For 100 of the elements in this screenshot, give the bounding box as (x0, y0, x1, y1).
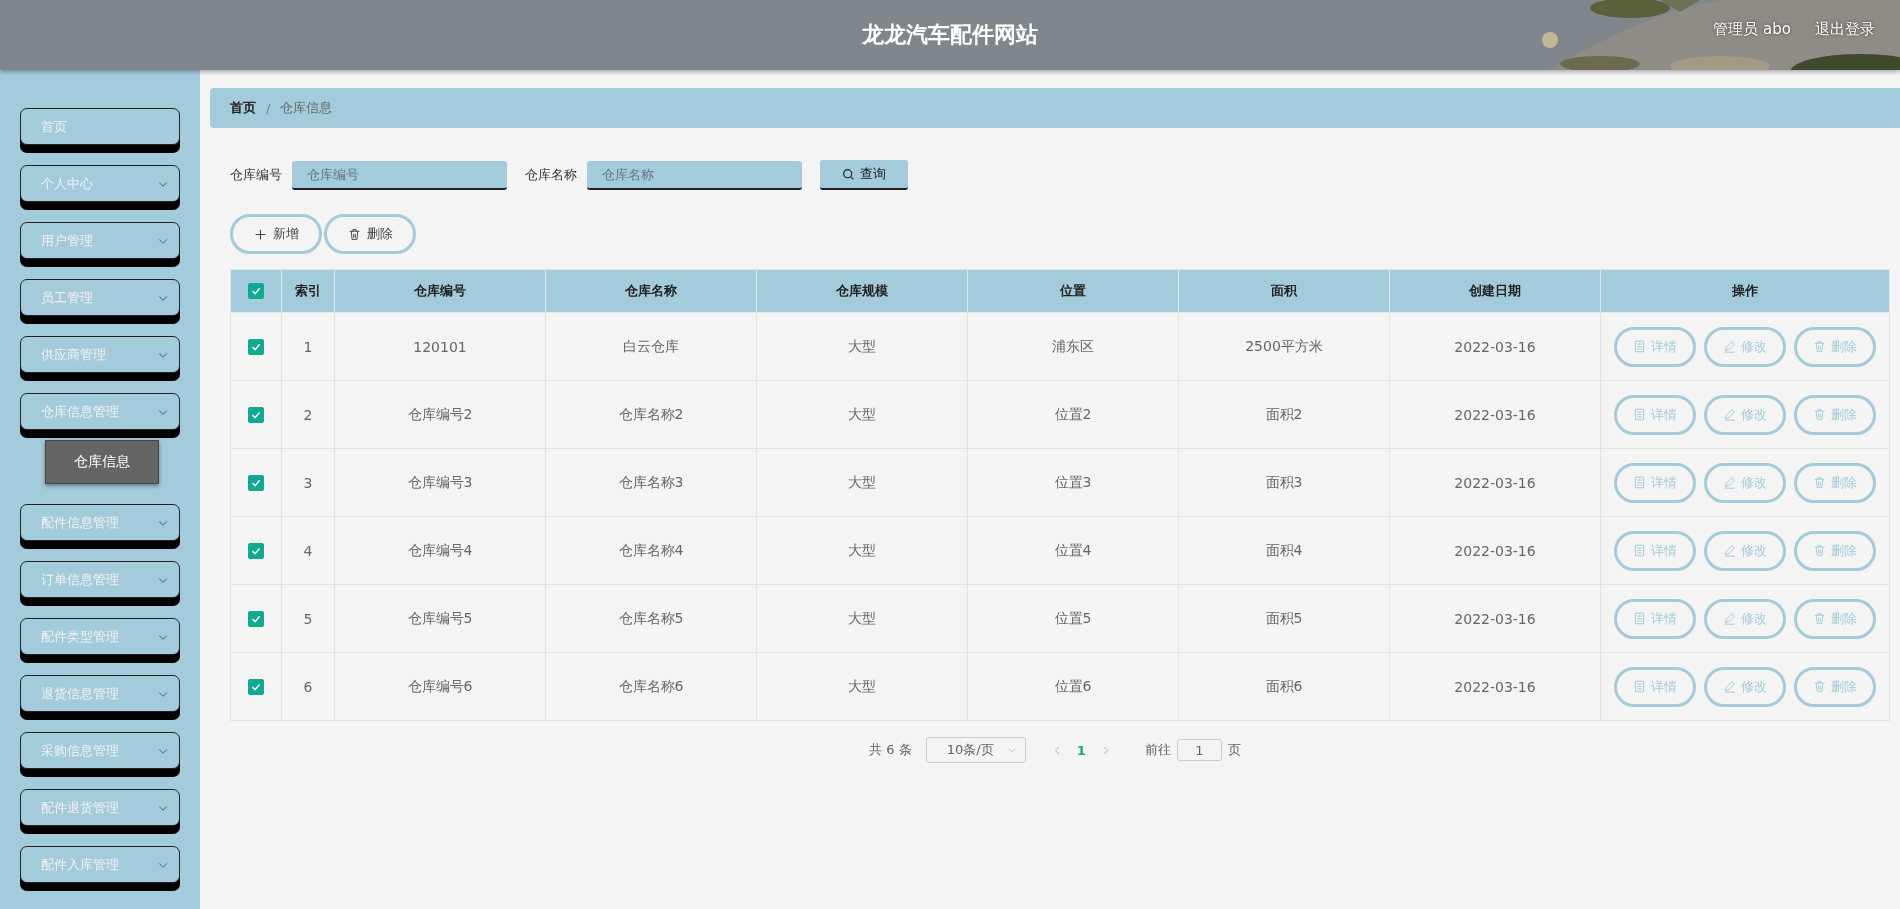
trash-icon (1813, 340, 1826, 353)
delete-button[interactable]: 删除 (1794, 666, 1876, 707)
logout-link[interactable]: 退出登录 (1815, 20, 1875, 39)
submenu-item[interactable]: 仓库信息 (45, 440, 159, 484)
delete-button[interactable]: 删除 (1794, 394, 1876, 435)
table-cell: 位置3 (967, 448, 1179, 517)
table-cell: 浦东区 (967, 312, 1179, 381)
table-cell: 白云仓库 (545, 312, 757, 381)
pencil-icon (1723, 340, 1736, 353)
table-cell: 1 (281, 312, 335, 381)
document-icon (1633, 680, 1646, 693)
column-header: 位置 (967, 269, 1179, 313)
table-cell: 仓库编号2 (334, 380, 546, 449)
column-header: 面积 (1178, 269, 1390, 313)
edit-button[interactable]: 修改 (1704, 598, 1786, 639)
column-header: 仓库编号 (334, 269, 546, 313)
pencil-icon (1723, 408, 1736, 421)
table-cell: 仓库名称6 (545, 652, 757, 721)
checkbox[interactable] (248, 283, 264, 299)
table-cell: 仓库编号6 (334, 652, 546, 721)
page-input[interactable]: 1 (1176, 739, 1222, 761)
column-header: 操作 (1600, 269, 1890, 313)
page-suffix: 页 (1227, 741, 1241, 759)
table-cell: 位置2 (967, 380, 1179, 449)
table-cell: 大型 (756, 448, 968, 517)
table-cell: 大型 (756, 584, 968, 653)
table-cell: 面积5 (1178, 584, 1390, 653)
table-cell: 2 (281, 380, 335, 449)
table-cell: 5 (281, 584, 335, 653)
detail-button[interactable]: 详情 (1614, 666, 1696, 707)
document-icon (1633, 612, 1646, 625)
document-icon (1633, 340, 1646, 353)
delete-button[interactable]: 删除 (1794, 462, 1876, 503)
document-icon (1633, 408, 1646, 421)
field-label: 仓库名称 (525, 166, 577, 184)
table-cell: 位置4 (967, 516, 1179, 585)
edit-button[interactable]: 修改 (1704, 326, 1786, 367)
input-field[interactable]: 仓库编号 (292, 160, 507, 190)
trash-icon (347, 227, 361, 241)
detail-button[interactable]: 详情 (1614, 326, 1696, 367)
pencil-icon (1723, 476, 1736, 489)
query-button[interactable]: 查询 (820, 160, 908, 190)
input-field[interactable]: 仓库名称 (587, 160, 802, 190)
add-button[interactable]: 新增 (230, 214, 322, 254)
breadcrumb-item: 仓库信息 (280, 99, 333, 117)
table-cell: 2022-03-16 (1389, 516, 1601, 585)
table-cell: 120101 (334, 312, 546, 381)
table-cell: 仓库名称5 (545, 584, 757, 653)
delete-button[interactable]: 删除 (324, 214, 416, 254)
detail-button[interactable]: 详情 (1614, 394, 1696, 435)
table-cell: 位置5 (967, 584, 1179, 653)
edit-button[interactable]: 修改 (1704, 394, 1786, 435)
document-icon (1633, 544, 1646, 557)
checkbox[interactable] (248, 542, 264, 559)
trash-icon (1813, 544, 1826, 557)
detail-button[interactable]: 详情 (1614, 530, 1696, 571)
checkbox[interactable] (248, 474, 264, 491)
column-header: 索引 (281, 269, 335, 313)
edit-button[interactable]: 修改 (1704, 530, 1786, 571)
separator: / (266, 100, 271, 116)
edit-button[interactable]: 修改 (1704, 462, 1786, 503)
table-cell: 2022-03-16 (1389, 448, 1601, 517)
breadcrumb-item[interactable]: 首页 (230, 99, 256, 117)
detail-button[interactable]: 详情 (1614, 462, 1696, 503)
delete-button[interactable]: 删除 (1794, 530, 1876, 571)
site-title: 龙龙汽车配件网站 (862, 21, 1038, 49)
pencil-icon (1723, 612, 1736, 625)
checkbox[interactable] (248, 338, 264, 355)
goto-label: 前往 (1144, 741, 1171, 759)
page-size-select[interactable]: 10条/页 (925, 737, 1026, 763)
delete-button[interactable]: 删除 (1794, 598, 1876, 639)
user-name: 管理员 abo (1713, 20, 1791, 39)
checkbox[interactable] (248, 610, 264, 627)
page-number[interactable]: 1 (1076, 742, 1086, 758)
detail-button[interactable]: 详情 (1614, 598, 1696, 639)
table-cell: 仓库编号5 (334, 584, 546, 653)
table-cell: 2022-03-16 (1389, 380, 1601, 449)
table-cell: 仓库名称2 (545, 380, 757, 449)
column-header: 创建日期 (1389, 269, 1601, 313)
plus-icon (253, 227, 267, 241)
column-header: 仓库名称 (545, 269, 757, 313)
trash-icon (1813, 476, 1826, 489)
pencil-icon (1723, 680, 1736, 693)
chevron-icon (1006, 745, 1017, 755)
table-cell: 仓库名称4 (545, 516, 757, 585)
column-header: 仓库规模 (756, 269, 968, 313)
table-cell: 面积6 (1178, 652, 1390, 721)
table-cell: 2022-03-16 (1389, 652, 1601, 721)
table-cell: 2022-03-16 (1389, 584, 1601, 653)
checkbox[interactable] (248, 678, 264, 695)
table-cell: 位置6 (967, 652, 1179, 721)
checkbox[interactable] (248, 406, 264, 423)
table-cell: 大型 (756, 652, 968, 721)
table-cell: 仓库编号4 (334, 516, 546, 585)
search-icon (842, 167, 855, 181)
document-icon (1633, 476, 1646, 489)
edit-button[interactable]: 修改 (1704, 666, 1786, 707)
field-label: 仓库编号 (230, 166, 282, 184)
table-cell: 仓库编号3 (334, 448, 546, 517)
delete-button[interactable]: 删除 (1794, 326, 1876, 367)
